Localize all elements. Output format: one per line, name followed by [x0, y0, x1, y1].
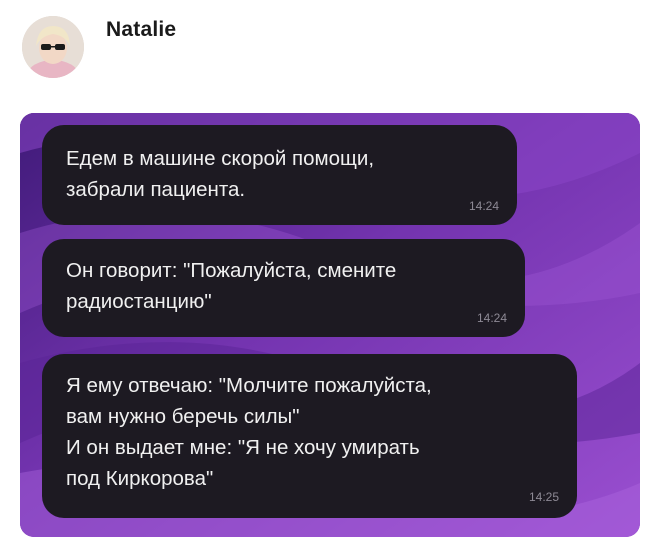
- message-bubble[interactable]: Я ему отвечаю: "Молчите пожалуйста, вам …: [42, 354, 577, 518]
- message-time: 14:25: [528, 490, 559, 504]
- message-text: Я ему отвечаю: "Молчите пожалуйста, вам …: [66, 374, 432, 490]
- message-time: 14:24: [476, 311, 507, 325]
- contact-name[interactable]: Natalie: [106, 18, 176, 42]
- message-bubble[interactable]: Он говорит: "Пожалуйста, смените радиост…: [42, 239, 525, 337]
- avatar[interactable]: [22, 16, 84, 78]
- avatar-image: [22, 16, 84, 78]
- post-header: Natalie: [0, 0, 660, 100]
- message-bubble[interactable]: Едем в машине скорой помощи, забрали пац…: [42, 125, 517, 225]
- chat-panel: Едем в машине скорой помощи, забрали пац…: [20, 113, 640, 537]
- message-text: Он говорит: "Пожалуйста, смените радиост…: [66, 259, 397, 313]
- message-time: 14:24: [468, 199, 499, 213]
- message-text: Едем в машине скорой помощи, забрали пац…: [66, 147, 375, 201]
